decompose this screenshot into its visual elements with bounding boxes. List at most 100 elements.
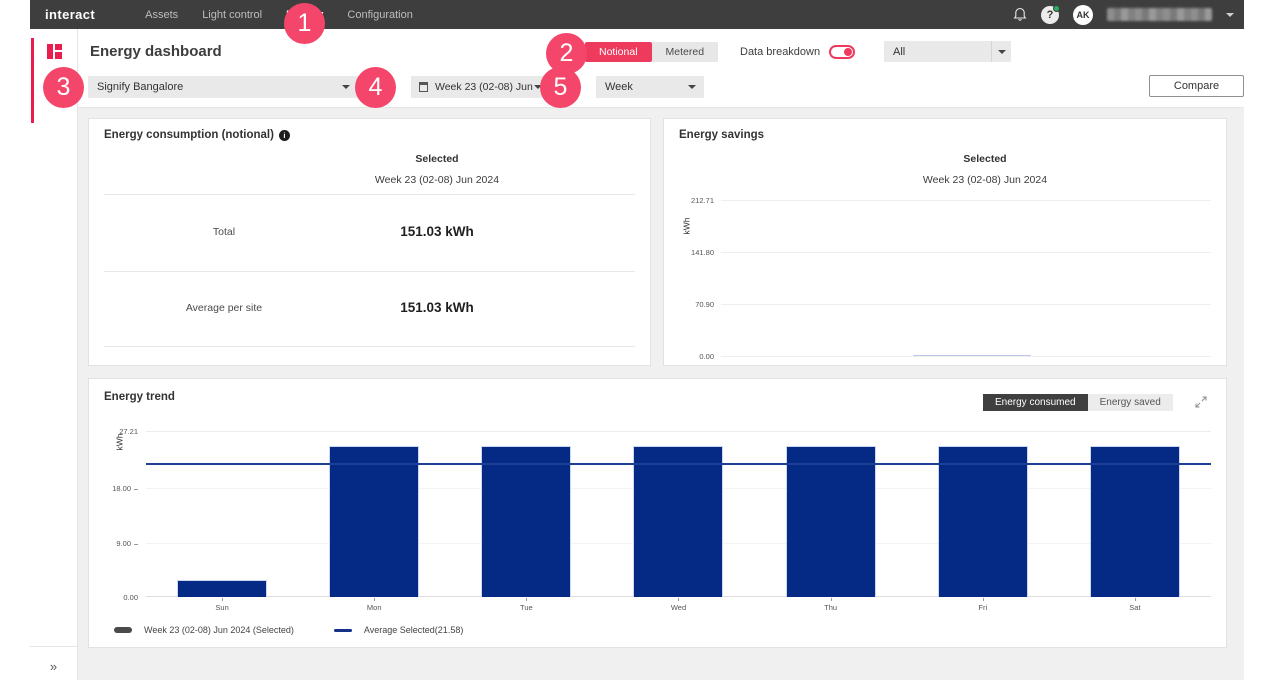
y-tick: 212.71 bbox=[691, 196, 714, 205]
data-breakdown-toggle[interactable] bbox=[829, 45, 855, 59]
selected-column-header: Selected Week 23 (02-08) Jun 2024 bbox=[844, 153, 1126, 186]
notional-button[interactable]: Notional bbox=[585, 42, 652, 62]
selected-column-header: Selected Week 23 (02-08) Jun 2024 bbox=[279, 153, 595, 186]
dashboard-grid-icon[interactable] bbox=[47, 44, 63, 59]
nav-item-light-control[interactable]: Light control bbox=[202, 9, 262, 21]
chevron-down-icon bbox=[991, 41, 1011, 62]
bar-wed bbox=[633, 446, 723, 597]
bar-mon bbox=[329, 446, 419, 597]
selected-period: Week 23 (02-08) Jun 2024 bbox=[844, 174, 1126, 186]
annotation-circle-1: 1 bbox=[284, 3, 325, 44]
calendar-icon bbox=[419, 82, 428, 92]
chevron-down-icon bbox=[342, 85, 350, 89]
bar-tue bbox=[481, 446, 571, 597]
x-tick: Sat bbox=[1059, 603, 1211, 612]
energy-savings-title: Energy savings bbox=[679, 129, 764, 141]
metered-button[interactable]: Metered bbox=[652, 42, 719, 62]
bar-sat bbox=[1090, 446, 1180, 597]
page: interact Assets Light control Energy Con… bbox=[0, 0, 1280, 700]
nav-menu: Assets Light control Energy Configuratio… bbox=[145, 9, 413, 21]
x-tick: Thu bbox=[755, 603, 907, 612]
energy-consumption-card: Energy consumption (notional) i Selected… bbox=[88, 118, 651, 366]
app-shell: interact Assets Light control Energy Con… bbox=[30, 0, 1244, 700]
energy-trend-card: Energy trend Energy consumed Energy save… bbox=[88, 378, 1227, 648]
avatar[interactable]: AK bbox=[1073, 5, 1093, 25]
savings-stacked-bar bbox=[913, 355, 1031, 356]
y-tick: 27.21 bbox=[119, 427, 138, 436]
trend-series-toggle: Energy consumed Energy saved bbox=[983, 394, 1173, 411]
energy-consumed-button[interactable]: Energy consumed bbox=[983, 394, 1088, 411]
y-tick: 70.90 bbox=[695, 300, 714, 309]
energy-saved-button[interactable]: Energy saved bbox=[1088, 394, 1173, 411]
trend-legend: Week 23 (02-08) Jun 2024 (Selected) Aver… bbox=[114, 625, 463, 635]
interact-logo: interact bbox=[45, 7, 95, 22]
info-icon[interactable]: i bbox=[279, 130, 290, 141]
average-row-value: 151.03 kWh bbox=[279, 300, 595, 315]
granularity-dropdown-value: Week bbox=[596, 81, 688, 93]
annotation-circle-3: 3 bbox=[43, 67, 84, 108]
legend-selected-label: Week 23 (02-08) Jun 2024 (Selected) bbox=[144, 625, 294, 635]
site-dropdown-value: Signify Bangalore bbox=[88, 81, 342, 93]
top-nav: interact Assets Light control Energy Con… bbox=[30, 0, 1244, 29]
help-icon[interactable]: ? bbox=[1041, 6, 1059, 24]
bar-fri bbox=[938, 446, 1028, 597]
granularity-dropdown[interactable]: Week bbox=[596, 76, 704, 98]
divider bbox=[104, 271, 635, 272]
bell-icon[interactable] bbox=[1013, 7, 1027, 22]
gridline bbox=[721, 356, 1211, 357]
legend-bar-swatch bbox=[114, 627, 132, 633]
sidebar-collapse-button[interactable]: » bbox=[30, 659, 77, 674]
card-title: Energy trend bbox=[104, 391, 175, 403]
y-tick: 0.00 bbox=[699, 352, 714, 361]
main-content: Energy consumption (notional) i Selected… bbox=[78, 108, 1244, 680]
energy-trend-title: Energy trend bbox=[104, 391, 175, 403]
trend-chart: 27.21 18.00 9.00 0.00 Sun Mon Tue Wed Th… bbox=[146, 431, 1211, 597]
x-tick: Mon bbox=[298, 603, 450, 612]
savings-dark-segment bbox=[913, 355, 1031, 356]
card-title: Energy savings bbox=[679, 129, 764, 141]
average-row-label: Average per site bbox=[149, 302, 299, 314]
site-dropdown[interactable]: Signify Bangalore bbox=[88, 76, 358, 98]
data-breakdown-control: Data breakdown bbox=[740, 42, 855, 62]
total-row-value: 151.03 kWh bbox=[279, 224, 595, 239]
y-tick: 0.00 bbox=[123, 593, 138, 602]
expand-icon[interactable] bbox=[1195, 395, 1207, 413]
x-tick: Wed bbox=[602, 603, 754, 612]
legend-average-label: Average Selected(21.58) bbox=[364, 625, 463, 635]
chevron-down-icon bbox=[688, 85, 696, 89]
nav-right-cluster: ? AK bbox=[1013, 0, 1234, 29]
nav-item-assets[interactable]: Assets bbox=[145, 9, 178, 21]
trend-bars: Sun Mon Tue Wed Thu Fri Sat bbox=[146, 431, 1211, 597]
selected-period: Week 23 (02-08) Jun 2024 bbox=[279, 174, 595, 186]
sidebar: » bbox=[30, 29, 78, 680]
y-axis-label: kWh bbox=[115, 434, 125, 451]
y-tick: 18.00 bbox=[112, 484, 138, 493]
page-header: Energy dashboard Notional Metered Data b… bbox=[78, 29, 1244, 108]
user-menu-caret-icon[interactable] bbox=[1226, 13, 1234, 17]
period-dropdown-value: Week 23 (02-08) Jun 2024 bbox=[428, 81, 534, 93]
total-row-label: Total bbox=[149, 226, 299, 238]
gridline bbox=[721, 304, 1211, 305]
selected-label: Selected bbox=[844, 153, 1126, 165]
help-glyph: ? bbox=[1047, 9, 1054, 21]
compare-button[interactable]: Compare bbox=[1149, 75, 1244, 97]
x-tick: Sun bbox=[146, 603, 298, 612]
gridline bbox=[721, 252, 1211, 253]
annotation-circle-4: 4 bbox=[355, 67, 396, 108]
x-tick: Fri bbox=[907, 603, 1059, 612]
scope-dropdown[interactable]: All bbox=[884, 41, 1011, 62]
period-dropdown[interactable]: Week 23 (02-08) Jun 2024 bbox=[411, 76, 550, 98]
energy-consumption-title: Energy consumption (notional) bbox=[104, 129, 274, 141]
y-tick: 141.80 bbox=[691, 248, 714, 257]
y-axis-label: kWh bbox=[682, 218, 692, 235]
gridline bbox=[721, 200, 1211, 201]
nav-item-configuration[interactable]: Configuration bbox=[347, 9, 412, 21]
energy-savings-card: Energy savings Selected Week 23 (02-08) … bbox=[663, 118, 1227, 366]
sidebar-divider bbox=[30, 646, 77, 647]
x-tick: Tue bbox=[450, 603, 602, 612]
divider bbox=[104, 194, 635, 195]
divider bbox=[104, 346, 635, 347]
page-title: Energy dashboard bbox=[90, 43, 222, 60]
notification-dot bbox=[1053, 5, 1060, 12]
legend-line-swatch bbox=[334, 629, 352, 632]
